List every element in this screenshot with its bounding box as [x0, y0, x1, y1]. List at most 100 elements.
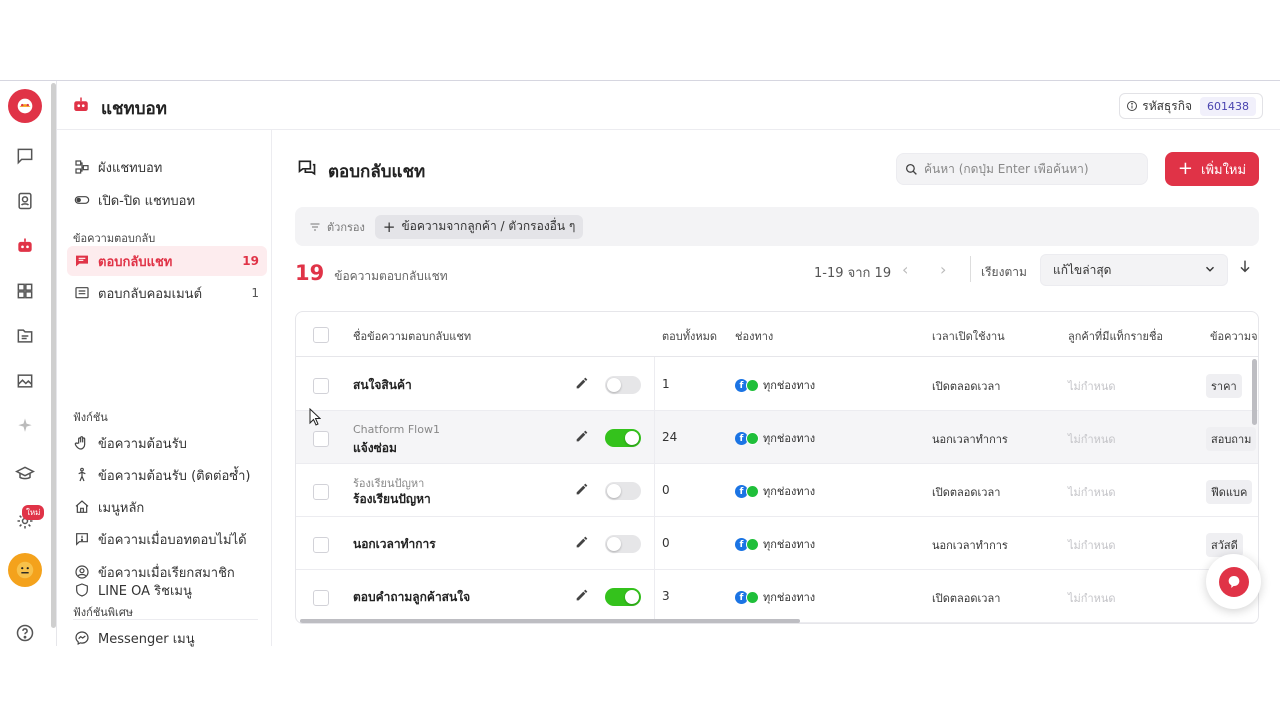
sidebar-item-line-rich-menu[interactable]: LINE OA ริชเมนู [67, 575, 267, 605]
col-name[interactable]: ชื่อข้อความตอบกลับแชท [353, 327, 471, 345]
section-title-reply: ข้อความตอบกลับ [73, 232, 156, 245]
add-new-button[interactable]: + เพิ่มใหม่ [1165, 152, 1259, 186]
sidebar-item-flow[interactable]: ผังแชทบอท [67, 152, 267, 182]
row-total: 0 [662, 483, 670, 497]
prev-page-icon[interactable]: ‹ [902, 260, 908, 279]
chat-icon [76, 255, 88, 267]
sidebar-item-welcome[interactable]: ข้อความต้อนรับ [67, 428, 267, 458]
sidebar-item-label: ตอบกลับแชท [98, 254, 173, 270]
result-count-label: ข้อความตอบกลับแชท [334, 269, 448, 283]
document-icon[interactable] [10, 321, 40, 351]
enable-toggle[interactable] [605, 535, 641, 553]
row-checkbox[interactable] [313, 590, 329, 606]
enable-toggle[interactable] [605, 429, 641, 447]
col-channel[interactable]: ช่องทาง [735, 327, 773, 345]
chat-support-button[interactable] [1206, 554, 1261, 609]
row-name: สนใจสินค้า [353, 378, 412, 392]
sidebar-item-chat-reply[interactable]: ตอบกลับแชท 19 [67, 246, 267, 276]
row-total: 1 [662, 377, 670, 391]
sidebar-item-count: 1 [251, 286, 259, 300]
avatar[interactable] [8, 553, 42, 587]
sidebar-item-toggle-bot[interactable]: เปิด-ปิด แชทบอท [67, 185, 267, 215]
row-name: ร้องเรียนปัญหา [353, 492, 431, 506]
filter-label[interactable]: ตัวกรอง [309, 218, 365, 236]
row-channel: f ทุกช่องทาง [735, 482, 815, 500]
col-active-time[interactable]: เวลาเปิดใช้งาน [932, 327, 1005, 345]
row-message-tag: ฟีดแบค [1206, 480, 1253, 504]
edit-icon[interactable] [574, 428, 590, 444]
chat-bubble-icon [1218, 566, 1249, 597]
sidebar-item-comment-reply[interactable]: ตอบกลับคอมเมนต์ 1 [67, 278, 267, 308]
sort-direction-icon[interactable] [1237, 258, 1253, 274]
rail-scrollbar[interactable] [51, 83, 56, 628]
help-icon[interactable] [10, 618, 40, 648]
table-row[interactable]: ร้องเรียนปัญหา ร้องเรียนปัญหา 0 f ทุกช่อง… [296, 464, 1258, 517]
search-input[interactable] [924, 162, 1124, 176]
page-title: ตอบกลับแชท [328, 162, 426, 182]
select-all-checkbox[interactable] [313, 327, 329, 343]
enable-toggle[interactable] [605, 482, 641, 500]
mouse-cursor-icon [309, 408, 321, 426]
next-page-icon[interactable]: › [940, 260, 946, 279]
col-total[interactable]: ตอบทั้งหมด [662, 327, 717, 345]
table-row[interactable]: สนใจสินค้า 1 f ทุกช่องทาง เปิดตลอดเวลา ไม… [296, 358, 1258, 411]
business-id-box[interactable]: รหัสธุรกิจ 601438 [1119, 93, 1263, 119]
row-active-time: นอกเวลาทำการ [932, 433, 1008, 446]
row-message-tag: ราคา [1206, 374, 1242, 398]
dashboard-icon[interactable] [10, 276, 40, 306]
chat-icon[interactable] [10, 141, 40, 171]
filter-chip[interactable]: + ข้อความจากลูกค้า / ตัวกรองอื่น ๆ [374, 214, 584, 239]
sidebar-item-main-menu[interactable]: เมนูหลัก [67, 492, 267, 522]
search-box[interactable] [896, 153, 1148, 185]
chat-reply-icon [298, 160, 316, 176]
home-icon [75, 500, 89, 513]
sidebar-item-label: Messenger เมนู [98, 631, 195, 647]
sidebar-item-fallback[interactable]: ข้อความเมื่อบอทตอบไม่ได้ [67, 524, 267, 554]
table-row[interactable]: นอกเวลาทำการ 0 f ทุกช่องทาง นอกเวลาทำการ … [296, 517, 1258, 570]
horizontal-scrollbar[interactable] [300, 619, 800, 623]
chatbot-icon[interactable] [10, 231, 40, 261]
comment-icon [75, 287, 89, 299]
enable-toggle[interactable] [605, 588, 641, 606]
contacts-icon[interactable] [10, 186, 40, 216]
section-divider [73, 619, 258, 620]
col-tagged[interactable]: ลูกค้าที่มีแท็กรายชื่อ [1068, 327, 1163, 345]
section-title-functions: ฟังก์ชัน [73, 411, 108, 424]
person-icon [78, 467, 86, 482]
row-checkbox[interactable] [313, 378, 329, 394]
top-header: แชทบอท รหัสธุรกิจ 601438 [57, 81, 1280, 130]
row-active-time: เปิดตลอดเวลา [932, 380, 1001, 393]
edit-icon[interactable] [574, 587, 590, 603]
sidebar-item-welcome-repeat[interactable]: ข้อความต้อนรับ (ติดต่อซ้ำ) [67, 460, 267, 490]
info-icon [1127, 101, 1138, 111]
sidebar-item-label: ข้อความเมื่อบอทตอบไม่ได้ [98, 532, 247, 548]
edit-icon[interactable] [574, 481, 590, 497]
row-checkbox[interactable] [313, 484, 329, 500]
sparkle-icon[interactable] [10, 411, 40, 441]
vertical-scrollbar[interactable] [1252, 359, 1257, 425]
brand-logo-icon[interactable] [8, 89, 42, 123]
row-checkbox[interactable] [313, 537, 329, 553]
sidebar-item-label: ผังแชทบอท [98, 160, 163, 176]
header-title: แชทบอท [101, 99, 167, 119]
sidebar-item-messenger-menu[interactable]: Messenger เมนู [67, 623, 267, 653]
flow-icon [75, 160, 89, 174]
row-name: แจ้งซ่อม [353, 441, 397, 455]
row-active-time: นอกเวลาทำการ [932, 539, 1008, 552]
gallery-icon[interactable] [10, 366, 40, 396]
sort-select[interactable]: แก้ไขล่าสุด [1040, 254, 1228, 286]
line-icon [746, 538, 759, 551]
col-message[interactable]: ข้อความจา [1210, 327, 1258, 345]
row-checkbox[interactable] [313, 431, 329, 447]
main-content: ตอบกลับแชท + เพิ่มใหม่ ตัวกรอง + ข้อความ… [273, 130, 1280, 646]
table-row[interactable]: ตอบคำถามลูกค้าสนใจ 3 f ทุกช่องทาง เปิดตลอ… [296, 570, 1258, 623]
edit-icon[interactable] [574, 375, 590, 391]
row-channel: f ทุกช่องทาง [735, 376, 815, 394]
line-icon [746, 379, 759, 392]
enable-toggle[interactable] [605, 376, 641, 394]
edit-icon[interactable] [574, 534, 590, 550]
table-row[interactable]: Chatform Flow1 แจ้งซ่อม 24 f ทุกช่องทาง น… [296, 411, 1258, 464]
app-window: ใหม่ แชทบอท รหัสธุรกิจ 601438 ผังแชทบอท … [0, 80, 1280, 648]
academy-icon[interactable] [10, 459, 40, 489]
sidebar-item-label: เปิด-ปิด แชทบอท [98, 193, 196, 209]
